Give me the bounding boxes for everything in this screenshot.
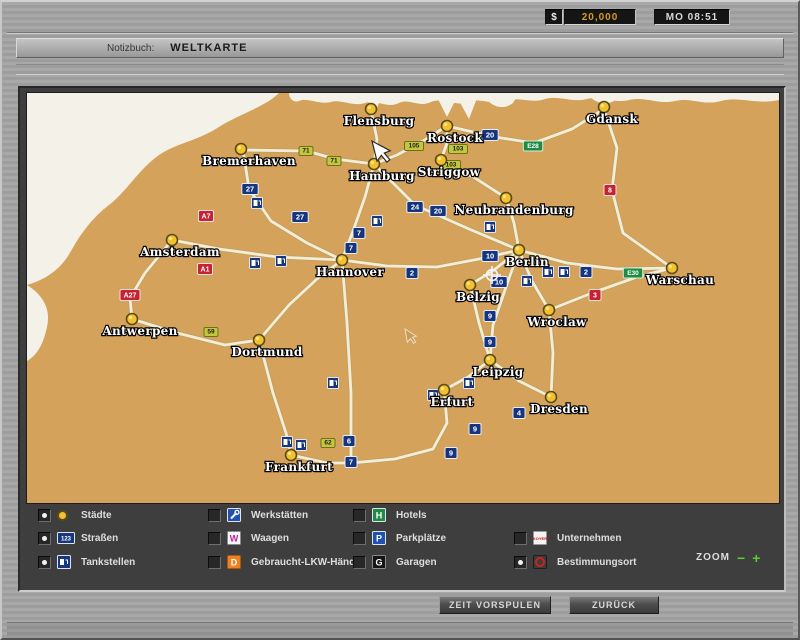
road-icon: 123 (57, 531, 75, 545)
zoom-out-button[interactable]: − (737, 553, 745, 563)
garage-icon: G (372, 555, 390, 569)
legend-label-fuel: Tankstellen (81, 557, 135, 568)
currency-symbol: $ (545, 9, 563, 25)
legend-checkbox-parking[interactable] (353, 532, 366, 545)
map-legend: Städte123StraßenTankstellenWerkstättenWW… (20, 88, 784, 590)
zoom-control: ZOOM − + (696, 552, 760, 563)
svg-text:W: W (230, 534, 239, 544)
map-panel: 2727772420202210109999476A7A1A2783717110… (18, 86, 786, 592)
svg-text:D: D (231, 558, 238, 568)
legend-item-workshop: Werkstätten (208, 507, 308, 523)
legend-label-city: Städte (81, 510, 112, 521)
fuel-icon (57, 555, 75, 569)
destination-icon (533, 555, 551, 569)
legend-item-fuel: Tankstellen (38, 554, 135, 570)
notebook-label: Notizbuch: (107, 43, 154, 54)
legend-item-company: KOYER Unternehmen (514, 530, 621, 546)
legend-checkbox-destination[interactable] (514, 556, 527, 569)
checkbox-dot (518, 560, 523, 565)
legend-label-garage: Garagen (396, 557, 437, 568)
game-window: $ 20,000 MO 08:51 Notizbuch: WELTKARTE 2… (0, 0, 800, 640)
groove-line (7, 32, 793, 34)
legend-label-workshop: Werkstätten (251, 510, 308, 521)
checkbox-dot (42, 536, 47, 541)
hotel-icon: H (372, 508, 390, 522)
legend-item-destination: Bestimmungsort (514, 554, 636, 570)
legend-item-city: Städte (38, 507, 112, 523)
legend-label-company: Unternehmen (557, 533, 621, 544)
clock-display: MO 08:51 (654, 9, 730, 25)
money-display: 20,000 (564, 9, 636, 25)
legend-item-parking: P Parkplätze (353, 530, 446, 546)
legend-checkbox-garage[interactable] (353, 556, 366, 569)
legend-checkbox-hotel[interactable] (353, 509, 366, 522)
legend-label-scales: Waagen (251, 533, 289, 544)
city-icon (57, 508, 75, 522)
legend-checkbox-scales[interactable] (208, 532, 221, 545)
window-footer-strip (7, 622, 793, 638)
legend-checkbox-city[interactable] (38, 509, 51, 522)
legend-checkbox-company[interactable] (514, 532, 527, 545)
legend-checkbox-fuel[interactable] (38, 556, 51, 569)
legend-label-hotel: Hotels (396, 510, 427, 521)
scales-icon: W (227, 531, 245, 545)
legend-checkbox-workshop[interactable] (208, 509, 221, 522)
checkbox-dot (42, 560, 47, 565)
dealer-icon: D (227, 555, 245, 569)
parking-icon: P (372, 531, 390, 545)
zoom-in-button[interactable]: + (752, 553, 760, 563)
svg-text:H: H (376, 511, 383, 521)
page-title: WELTKARTE (170, 42, 247, 54)
checkbox-dot (42, 513, 47, 518)
legend-item-hotel: H Hotels (353, 507, 427, 523)
legend-item-dealer: D Gebraucht-LKW-Händ (208, 554, 355, 570)
legend-checkbox-dealer[interactable] (208, 556, 221, 569)
svg-text:123: 123 (61, 537, 72, 543)
chrome-strip (16, 64, 784, 75)
svg-text:KOYER: KOYER (533, 536, 547, 541)
zoom-label: ZOOM (696, 552, 730, 563)
legend-item-garage: G Garagen (353, 554, 437, 570)
svg-text:G: G (375, 558, 382, 568)
legend-label-road: Straßen (81, 533, 118, 544)
company-icon: KOYER (533, 531, 551, 545)
notebook-titlebar: Notizbuch: WELTKARTE (16, 38, 784, 58)
legend-item-road: 123 Straßen (38, 530, 118, 546)
legend-checkbox-road[interactable] (38, 532, 51, 545)
legend-label-destination: Bestimmungsort (557, 557, 636, 568)
svg-text:P: P (376, 534, 382, 544)
legend-label-dealer: Gebraucht-LKW-Händ (251, 557, 355, 568)
legend-item-scales: W Waagen (208, 530, 289, 546)
fast-forward-time-button[interactable]: ZEIT VORSPULEN (439, 596, 551, 614)
workshop-icon (227, 508, 245, 522)
legend-label-parking: Parkplätze (396, 533, 446, 544)
back-button[interactable]: ZURÜCK (569, 596, 659, 614)
